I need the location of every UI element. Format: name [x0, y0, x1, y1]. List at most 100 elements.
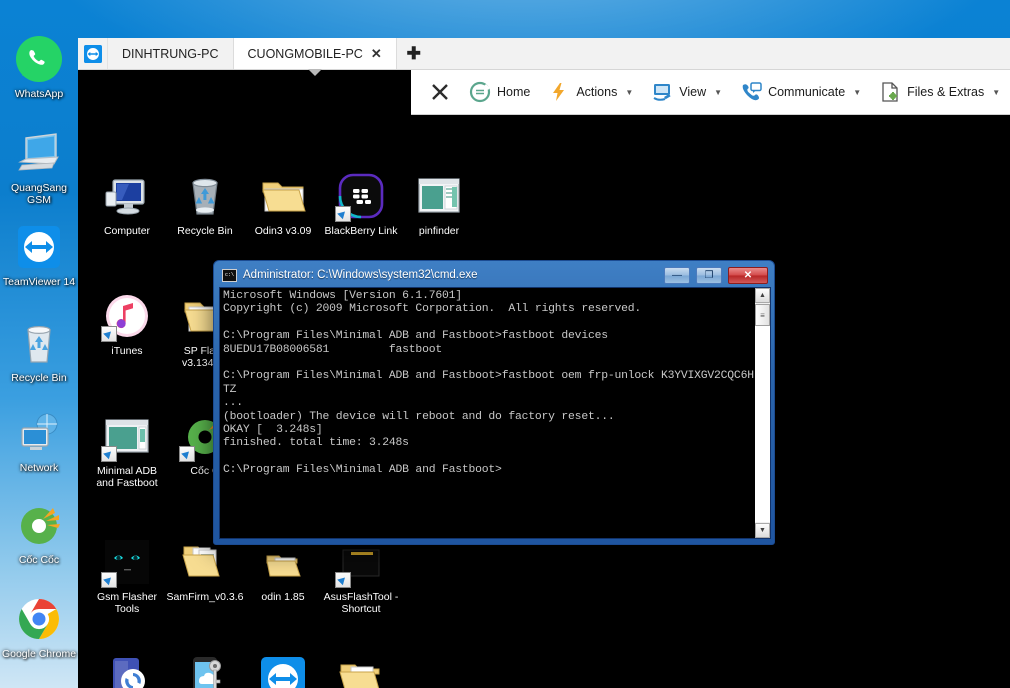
toolbar-home-button[interactable]: Home [461, 77, 538, 107]
tab-close-icon[interactable]: ✕ [371, 47, 382, 60]
remote-icon-icloud-key[interactable] [166, 655, 244, 688]
teamviewer-tab-bar: DINHTRUNG-PC CUONGMOBILE-PC ✕ ✚ [78, 38, 1010, 70]
chevron-down-icon: ▼ [853, 87, 862, 97]
desktop-icon-network[interactable]: Network [0, 408, 78, 474]
desktop-icon-label: Recycle Bin [11, 372, 67, 384]
minimize-button[interactable]: — [664, 266, 690, 284]
window-app-icon [415, 172, 463, 220]
laptop-icon [14, 128, 64, 178]
cmd-app-icon: c:\ [222, 268, 237, 282]
cmd-console-output[interactable]: Microsoft Windows [Version 6.1.7601] Cop… [220, 288, 754, 538]
remote-icon-label: Odin3 v3.09 [254, 225, 312, 237]
desktop-icon-label: Network [19, 462, 59, 474]
scroll-down-icon[interactable]: ▼ [755, 523, 770, 538]
communicate-phone-icon [742, 82, 762, 101]
tab-cuongmobile-pc[interactable]: CUONGMOBILE-PC ✕ [233, 38, 397, 69]
toolbar-label: Files & Extras [907, 85, 985, 99]
teamviewer-icon [14, 222, 64, 272]
chevron-down-icon: ▼ [625, 87, 634, 97]
toolbar-files-extras-button[interactable]: Files & Extras ▼ [871, 77, 1008, 107]
remote-icon-label: Recycle Bin [177, 225, 233, 237]
network-icon [14, 408, 64, 458]
folder-icon [337, 655, 385, 688]
cmd-title-bar[interactable]: c:\ Administrator: C:\Windows\system32\c… [218, 265, 770, 285]
cmd-scrollbar[interactable]: ▲ ≡ ▼ [754, 288, 770, 538]
shortcut-overlay-icon [335, 572, 351, 588]
desktop-icon-label: TeamViewer 14 [2, 276, 76, 288]
remote-icon-teamviewer[interactable] [244, 655, 322, 688]
remote-icon-computer[interactable]: Computer [88, 172, 166, 237]
toolbar-actions-button[interactable]: Actions ▼ [540, 77, 641, 107]
remote-icon-samfirm[interactable]: SamFirm_v0.3.6 [166, 538, 244, 603]
remote-icon-label: Computer [103, 225, 151, 237]
cmd-console-body[interactable]: Microsoft Windows [Version 6.1.7601] Cop… [219, 287, 771, 539]
shortcut-overlay-icon [101, 572, 117, 588]
maximize-button[interactable]: ❐ [696, 266, 722, 284]
remote-icon-phone-sync[interactable] [88, 655, 166, 688]
phone-sync-icon [103, 655, 151, 688]
remote-icon-recycle-bin[interactable]: Recycle Bin [166, 172, 244, 237]
desktop-icon-teamviewer-14[interactable]: TeamViewer 14 [0, 222, 78, 288]
close-icon [432, 84, 448, 100]
shortcut-overlay-icon [335, 206, 351, 222]
tab-dinhtrung-pc[interactable]: DINHTRUNG-PC [108, 38, 234, 69]
files-extras-icon [882, 82, 898, 102]
remote-icon-folder[interactable] [322, 655, 400, 688]
remote-icon-odin3[interactable]: Odin3 v3.09 [244, 172, 322, 237]
cmd-window-title: Administrator: C:\Windows\system32\cmd.e… [243, 269, 478, 281]
desktop-icon-coc-coc[interactable]: Cốc Cốc [0, 500, 78, 566]
scrollbar-track[interactable] [755, 326, 770, 522]
itunes-icon [101, 292, 151, 342]
remote-icon-label: iTunes [111, 345, 143, 357]
window-app-icon [101, 412, 151, 462]
recycle-bin-icon [181, 172, 229, 220]
remote-icon-minimal-adb-fastboot[interactable]: Minimal ADB and Fastboot [88, 412, 166, 489]
folder-icon [259, 172, 307, 220]
new-tab-button[interactable]: ✚ [397, 38, 431, 69]
remote-icon-gsm-flasher-tools[interactable]: Gsm Flasher Tools [88, 538, 166, 615]
desktop-icon-whatsapp[interactable]: WhatsApp [0, 34, 78, 100]
chrome-icon [14, 594, 64, 644]
teamviewer-toolbar: Home Actions ▼ View ▼ Communicate ▼ File… [411, 70, 1010, 115]
blackberry-icon [335, 172, 385, 222]
remote-icon-label: BlackBerry Link [324, 225, 398, 237]
whatsapp-icon [14, 34, 64, 84]
remote-icon-pinfinder[interactable]: pinfinder [400, 172, 478, 237]
remote-icon-odin-185[interactable]: odin 1.85 [244, 538, 322, 603]
desktop-icon-label: Cốc Cốc [18, 554, 60, 566]
toolbar-view-button[interactable]: View ▼ [643, 77, 730, 107]
toolbar-close-session-button[interactable] [421, 77, 459, 107]
desktop-icon-label: QuangSang GSM [10, 182, 68, 206]
tab-label: DINHTRUNG-PC [122, 46, 219, 61]
remote-icon-label: Minimal ADB and Fastboot [96, 465, 158, 489]
chevron-down-icon: ▼ [714, 87, 723, 97]
folder-docs-icon [181, 538, 229, 586]
remote-icon-label: AsusFlashTool - Shortcut [323, 591, 399, 615]
remote-icon-label: SamFirm_v0.3.6 [166, 591, 244, 603]
chevron-down-icon: ▼ [992, 87, 1001, 97]
desktop-icon-quangsang-gsm[interactable]: QuangSang GSM [0, 128, 78, 206]
remote-icon-asusflashtool[interactable]: AsusFlashTool - Shortcut [322, 538, 400, 615]
toolbar-communicate-button[interactable]: Communicate ▼ [732, 77, 869, 107]
close-button[interactable]: ✕ [728, 266, 768, 284]
teamviewer-icon [259, 655, 307, 688]
remote-icon-label: pinfinder [418, 225, 460, 237]
local-desktop-icon-column: WhatsApp QuangSang GSM TeamViewer 14 Rec… [0, 0, 78, 688]
remote-icon-blackberry-link[interactable]: BlackBerry Link [322, 172, 400, 237]
computer-icon [103, 172, 151, 220]
desktop-icon-recycle-bin[interactable]: Recycle Bin [0, 318, 78, 384]
coccoc-icon [14, 500, 64, 550]
recycle-bin-icon [14, 318, 64, 368]
shortcut-overlay-icon [101, 326, 117, 342]
view-monitor-icon [653, 84, 671, 101]
icloud-key-icon [181, 655, 229, 688]
cmd-window[interactable]: c:\ Administrator: C:\Windows\system32\c… [213, 260, 775, 545]
desktop-icon-label: Google Chrome [1, 648, 77, 660]
remote-icon-label: odin 1.85 [261, 591, 305, 603]
remote-icon-itunes[interactable]: iTunes [88, 292, 166, 357]
scrollbar-thumb[interactable]: ≡ [755, 304, 770, 326]
scroll-up-icon[interactable]: ▲ [755, 288, 770, 303]
desktop-icon-google-chrome[interactable]: Google Chrome [0, 594, 78, 660]
toolbar-label: Communicate [768, 85, 846, 99]
toolbar-label: Home [497, 85, 531, 99]
